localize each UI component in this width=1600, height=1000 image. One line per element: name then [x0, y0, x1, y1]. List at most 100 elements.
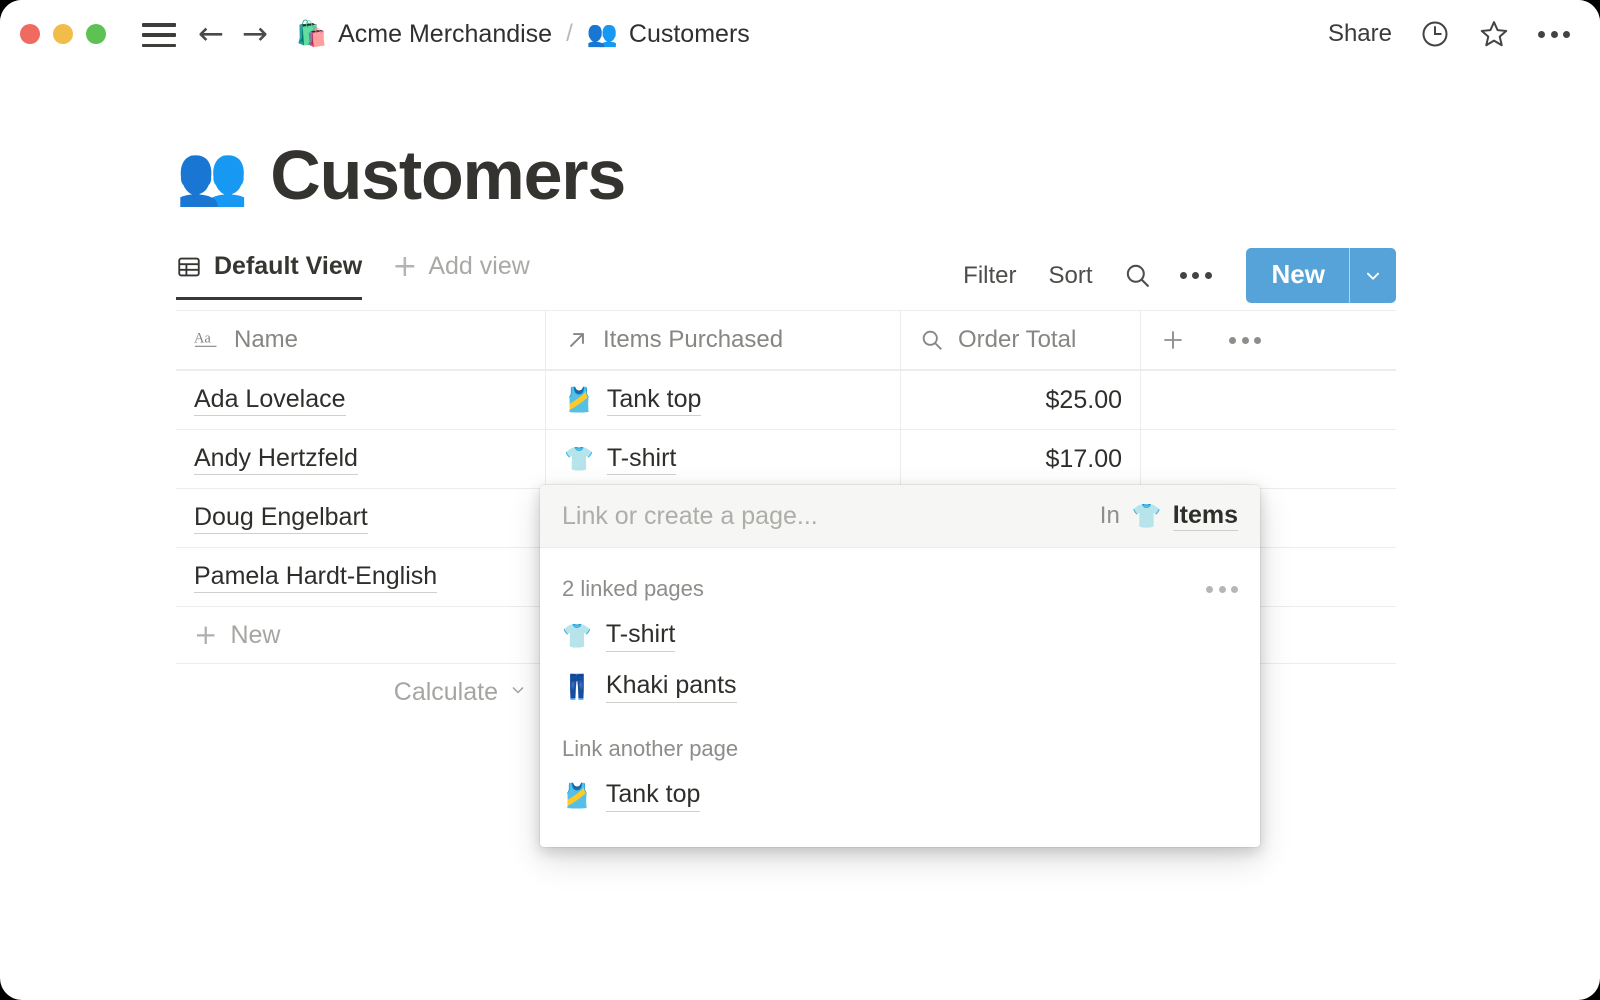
column-header-items-label: Items Purchased [603, 326, 784, 353]
cell-name[interactable]: Andy Hertzfeld [176, 430, 546, 488]
column-header-order-total[interactable]: Order Total [901, 311, 1141, 369]
search-icon[interactable] [1109, 261, 1166, 290]
popup-body: 2 linked pages 👕 T-shirt 👖 Khaki pants L… [540, 548, 1260, 847]
back-arrow-icon[interactable]: ← [198, 18, 224, 50]
close-window-button[interactable] [20, 24, 40, 44]
cell-order-total[interactable]: $17.00 [901, 430, 1141, 488]
tank-top-icon: 🎽 [562, 781, 592, 810]
row-total-value: $25.00 [1045, 385, 1122, 414]
maximize-window-button[interactable] [86, 24, 106, 44]
shopping-bags-icon: 🛍️ [295, 19, 328, 48]
t-shirt-icon: 👕 [1131, 502, 1162, 530]
calculate-button[interactable]: Calculate [176, 664, 546, 720]
list-item-label: Khaki pants [605, 670, 737, 703]
link-or-create-input[interactable] [562, 501, 1084, 531]
hamburger-icon[interactable] [142, 21, 176, 47]
linked-pages-section-header: 2 linked pages [540, 568, 1260, 610]
link-another-page-title: Link another page [562, 736, 739, 761]
star-icon[interactable] [1478, 18, 1510, 50]
share-button[interactable]: Share [1328, 20, 1392, 48]
row-name-link[interactable]: Doug Engelbart [194, 502, 368, 535]
cell-empty [1141, 371, 1396, 429]
new-row-label: New [230, 620, 281, 649]
add-view-button[interactable]: + Add view [392, 248, 530, 297]
chevron-down-icon [508, 680, 528, 705]
table-more-icon[interactable] [1229, 336, 1261, 344]
t-shirt-icon: 👕 [562, 621, 592, 650]
cell-empty [1141, 430, 1396, 488]
new-button[interactable]: New [1246, 248, 1349, 303]
row-item-link[interactable]: T-shirt [606, 443, 677, 476]
list-item[interactable]: 👕 T-shirt [540, 610, 1260, 661]
row-name-link[interactable]: Andy Hertzfeld [194, 443, 358, 476]
app-window: ← → 🛍️ Acme Merchandise / 👥 Customers Sh… [0, 0, 1600, 1000]
cell-items-purchased[interactable]: 👕 T-shirt [546, 430, 901, 488]
page-title: 👥 Customers [176, 140, 1600, 210]
title-bar: ← → 🛍️ Acme Merchandise / 👥 Customers Sh… [0, 0, 1600, 68]
popup-database-context: In 👕 Items [1100, 501, 1238, 531]
breadcrumb-page[interactable]: Customers [629, 20, 750, 49]
clock-icon[interactable] [1420, 19, 1450, 49]
forward-arrow-icon[interactable]: → [242, 18, 268, 50]
table-row[interactable]: Ada Lovelace 🎽 Tank top $25.00 [176, 371, 1396, 430]
table-header: Aa Name Items Purchased Order Total [176, 310, 1396, 371]
breadcrumb: 🛍️ Acme Merchandise / 👥 Customers [296, 19, 750, 49]
popup-database-name[interactable]: Items [1172, 501, 1238, 531]
tank-top-icon: 🎽 [564, 386, 594, 414]
text-type-icon: Aa [194, 329, 221, 351]
column-header-items-purchased[interactable]: Items Purchased [546, 311, 901, 369]
cell-items-purchased[interactable]: 🎽 Tank top [546, 371, 901, 429]
column-header-name-label: Name [234, 326, 299, 353]
cell-name[interactable]: Doug Engelbart [176, 489, 546, 547]
view-more-icon[interactable] [1166, 272, 1226, 279]
plus-icon: + [392, 248, 418, 284]
page-icon-busts-in-silhouette-icon[interactable]: 👥 [176, 146, 248, 204]
new-button-group: New [1245, 248, 1396, 303]
rollup-search-icon [919, 327, 945, 353]
chevron-down-icon[interactable] [1350, 248, 1396, 303]
plus-icon: + [194, 617, 218, 651]
add-column-button[interactable] [1159, 326, 1187, 354]
link-another-page-section-header: Link another page [540, 728, 1260, 770]
view-actions: Filter Sort New [947, 248, 1396, 303]
minimize-window-button[interactable] [53, 24, 73, 44]
window-controls [20, 24, 106, 44]
list-item-label: T-shirt [605, 619, 676, 652]
breadcrumb-workspace[interactable]: Acme Merchandise [338, 20, 552, 49]
column-header-name[interactable]: Aa Name [176, 311, 546, 369]
cell-name[interactable]: Ada Lovelace [176, 371, 546, 429]
row-name-link[interactable]: Ada Lovelace [194, 384, 346, 417]
svg-text:Aa: Aa [194, 331, 211, 347]
table-row[interactable]: Andy Hertzfeld 👕 T-shirt $17.00 [176, 430, 1396, 489]
add-view-label: Add view [428, 252, 530, 280]
row-name-link[interactable]: Pamela Hardt-English [194, 561, 438, 594]
column-header-total-label: Order Total [958, 326, 1077, 353]
linked-pages-title: 2 linked pages [562, 576, 704, 601]
page-title-text[interactable]: Customers [270, 140, 626, 210]
sort-button[interactable]: Sort [1033, 262, 1109, 290]
linked-pages-more-icon[interactable] [1206, 585, 1238, 593]
cell-name[interactable]: Pamela Hardt-English [176, 548, 546, 606]
more-horizontal-icon[interactable] [1538, 30, 1570, 38]
title-bar-actions: Share [1328, 0, 1570, 68]
filter-button[interactable]: Filter [947, 262, 1032, 290]
list-item[interactable]: 👖 Khaki pants [540, 661, 1260, 712]
calculate-label: Calculate [393, 677, 498, 706]
busts-in-silhouette-icon: 👥 [586, 19, 618, 48]
cell-order-total[interactable]: $25.00 [901, 371, 1141, 429]
link-page-popup: In 👕 Items 2 linked pages 👕 T-shirt 👖 Kh… [540, 485, 1260, 847]
popup-header: In 👕 Items [540, 485, 1260, 548]
list-item[interactable]: 🎽 Tank top [540, 770, 1260, 821]
row-total-value: $17.00 [1045, 444, 1122, 473]
breadcrumb-separator: / [566, 20, 573, 47]
view-bar: Default View + Add view Filter Sort New [176, 248, 1396, 310]
table-header-row: Aa Name Items Purchased Order Total [176, 311, 1396, 370]
in-label: In [1099, 502, 1120, 529]
t-shirt-icon: 👕 [564, 445, 594, 473]
table-icon [176, 254, 202, 280]
row-item-link[interactable]: Tank top [606, 384, 702, 417]
tab-default-view-label: Default View [214, 252, 363, 280]
relation-arrow-icon [564, 327, 590, 353]
jeans-icon: 👖 [562, 672, 592, 701]
tab-default-view[interactable]: Default View [176, 252, 363, 300]
